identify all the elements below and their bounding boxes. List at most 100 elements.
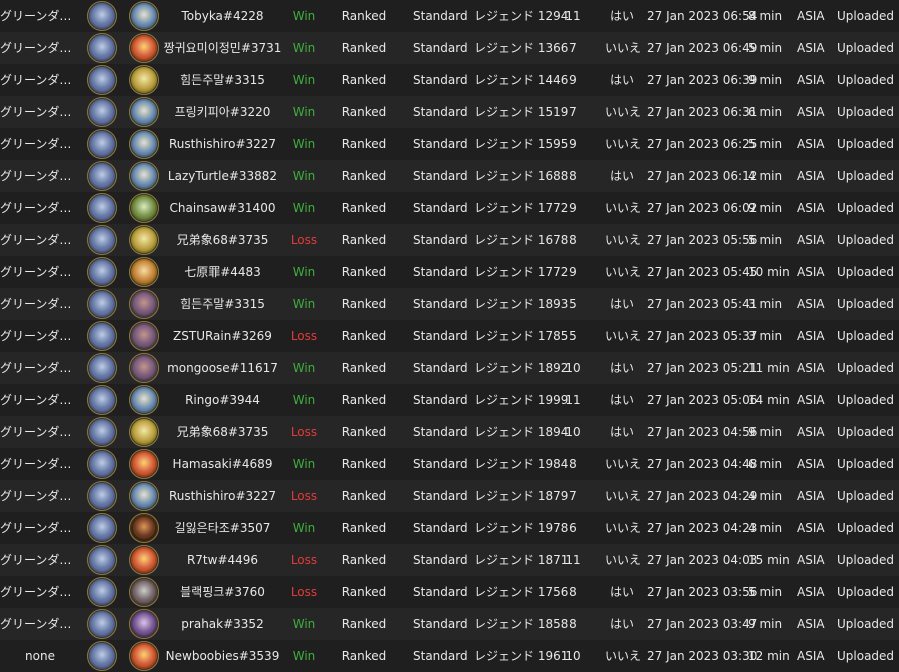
coin-flag: はい xyxy=(609,393,634,407)
coin-flag: いいえ xyxy=(605,521,642,535)
game-format: Standard xyxy=(413,137,468,151)
rank-value: レジェンド 1294 xyxy=(474,9,569,23)
table-row[interactable]: none Newboobies#3539 Win Ranked Standard レジェン… xyxy=(0,640,899,672)
table-row[interactable]: グリーンダカラ... 짱귀요미이정민#3731 Win Ranked Standard レ… xyxy=(0,32,899,64)
table-row[interactable]: グリーンダカラ R7tw#4496 Loss Ranked Standard レジェンド … xyxy=(0,544,899,576)
game-format: Standard xyxy=(413,9,468,23)
player-hero-sword-icon xyxy=(87,385,117,415)
turn-count: 10 xyxy=(565,361,581,375)
table-row[interactable]: グリーンダカラ... Chainsaw#31400 Win Ranked Standar… xyxy=(0,192,899,224)
upload-status: Uploaded xyxy=(837,201,895,215)
table-row[interactable]: グリーンダカラ... 七原罪#4483 Win Ranked Standard レジェンド… xyxy=(0,256,899,288)
turn-count: 9 xyxy=(569,73,577,87)
table-row[interactable]: グリーンダカラ prahak#3352 Win Ranked Standard レジェンド… xyxy=(0,608,899,640)
game-mode: Ranked xyxy=(341,585,387,599)
match-date: 27 Jan 2023 06:39 xyxy=(647,73,758,87)
match-duration: 3 min xyxy=(748,297,783,311)
rank-value: レジェンド 1772 xyxy=(474,201,569,215)
opponent-name: Rusthishiro#3227 xyxy=(168,137,277,151)
player-hero-cell xyxy=(87,65,117,95)
turn-count: 6 xyxy=(569,521,577,535)
rank-value: レジェンド 1893 xyxy=(474,297,569,311)
opponent-name: 블랙핑크#3760 xyxy=(180,585,265,599)
match-duration: 12 min xyxy=(748,649,790,663)
game-format: Standard xyxy=(413,489,468,503)
table-row[interactable]: グリーンダカラ 길잃은타조#3507 Win Ranked Standard レジェンド … xyxy=(0,512,899,544)
turn-count: 7 xyxy=(569,489,577,503)
table-row[interactable]: グリーンダカラ... Tobyka#4228 Win Ranked Standard レジ… xyxy=(0,0,899,32)
player-hero-cell xyxy=(87,161,117,191)
upload-status: Uploaded xyxy=(837,169,895,183)
coin-flag: いいえ xyxy=(605,105,642,119)
player-hero-cell xyxy=(87,289,117,319)
player-hero-sword-icon xyxy=(87,33,117,63)
table-row[interactable]: グリーンダカラ Rusthishiro#3227 Loss Ranked Standar… xyxy=(0,480,899,512)
game-mode: Ranked xyxy=(341,553,387,567)
match-result: Win xyxy=(292,649,316,663)
table-row[interactable]: グリーンダカラ... LazyTurtle#33882 Win Ranked Stand… xyxy=(0,160,899,192)
coin-flag: いいえ xyxy=(605,233,642,247)
match-result: Win xyxy=(292,169,316,183)
table-row[interactable]: グリーンダカラ 兄弟象68#3735 Loss Ranked Standard レジェンド… xyxy=(0,416,899,448)
turn-count: 8 xyxy=(569,457,577,471)
coin-flag: はい xyxy=(609,73,634,87)
table-row[interactable]: グリーンダカラ mongoose#11617 Win Ranked Standard レジ… xyxy=(0,352,899,384)
player-hero-sword-icon xyxy=(87,321,117,351)
table-row[interactable]: グリーンダカラ... 프링키피아#3220 Win Ranked Standard レジェ… xyxy=(0,96,899,128)
match-duration: 9 min xyxy=(748,617,783,631)
deck-name: グリーンダカラ... xyxy=(0,41,80,55)
player-hero-cell xyxy=(87,1,117,31)
opponent-name: Chainsaw#31400 xyxy=(169,201,276,215)
upload-status: Uploaded xyxy=(837,393,895,407)
opponent-hero-purple-icon xyxy=(129,609,159,639)
upload-status: Uploaded xyxy=(837,521,895,535)
game-mode: Ranked xyxy=(341,361,387,375)
game-mode: Ranked xyxy=(341,457,387,471)
region: ASIA xyxy=(797,361,825,375)
region: ASIA xyxy=(797,425,825,439)
game-mode: Ranked xyxy=(341,329,387,343)
game-format: Standard xyxy=(413,329,468,343)
table-row[interactable]: グリーンダカラ... 힘든주말#3315 Win Ranked Standard レジェン… xyxy=(0,288,899,320)
opponent-name: Newboobies#3539 xyxy=(165,649,280,663)
rank-value: レジェンド 1978 xyxy=(474,521,569,535)
opponent-name: 兄弟象68#3735 xyxy=(176,425,269,439)
opponent-name: 프링키피아#3220 xyxy=(174,105,271,119)
game-format: Standard xyxy=(413,585,468,599)
opponent-hero-fire-icon xyxy=(129,33,159,63)
table-row[interactable]: グリーンダカラ... Rusthishiro#3227 Win Ranked Stand… xyxy=(0,128,899,160)
opponent-hero-cell xyxy=(129,33,159,63)
opponent-name: 짱귀요미이정민#3731 xyxy=(163,41,282,55)
region: ASIA xyxy=(797,169,825,183)
coin-flag: いいえ xyxy=(605,553,642,567)
table-row[interactable]: グリーンダカラ 블랙핑크#3760 Loss Ranked Standard レジェンド … xyxy=(0,576,899,608)
table-row[interactable]: グリーンダカラ... 兄弟象68#3735 Loss Ranked Standard レジ… xyxy=(0,224,899,256)
region: ASIA xyxy=(797,9,825,23)
match-result: Loss xyxy=(290,233,318,247)
game-mode: Ranked xyxy=(341,73,387,87)
game-format: Standard xyxy=(413,73,468,87)
coin-flag: いいえ xyxy=(605,489,642,503)
match-duration: 6 min xyxy=(748,105,783,119)
coin-flag: はい xyxy=(609,9,634,23)
game-mode: Ranked xyxy=(341,649,387,663)
table-row[interactable]: グリーンダカラ Hamasaki#4689 Win Ranked Standard レジェ… xyxy=(0,448,899,480)
table-row[interactable]: グリーンダカラ... 힘든주말#3315 Win Ranked Standard レジェン… xyxy=(0,64,899,96)
table-row[interactable]: グリーンダカラ ZSTURain#3269 Loss Ranked Standard レジ… xyxy=(0,320,899,352)
turn-count: 10 xyxy=(565,425,581,439)
match-date: 27 Jan 2023 05:45 xyxy=(647,265,758,279)
player-hero-cell xyxy=(87,641,117,671)
upload-status: Uploaded xyxy=(837,329,895,343)
deck-name: グリーンダカラ... xyxy=(0,297,80,311)
opponent-hero-cell xyxy=(129,1,159,31)
player-hero-sword-icon xyxy=(87,417,117,447)
rank-value: レジェンド 1858 xyxy=(474,617,569,631)
table-row[interactable]: グリーンダカラ Ringo#3944 Win Ranked Standard レジェンド … xyxy=(0,384,899,416)
player-hero-cell xyxy=(87,385,117,415)
game-mode: Ranked xyxy=(341,233,387,247)
region: ASIA xyxy=(797,41,825,55)
deck-name: グリーンダカラ... xyxy=(0,137,80,151)
opponent-hero-cell xyxy=(129,97,159,127)
deck-name: グリーンダカラ xyxy=(0,457,80,471)
deck-name: グリーンダカラ... xyxy=(0,105,80,119)
